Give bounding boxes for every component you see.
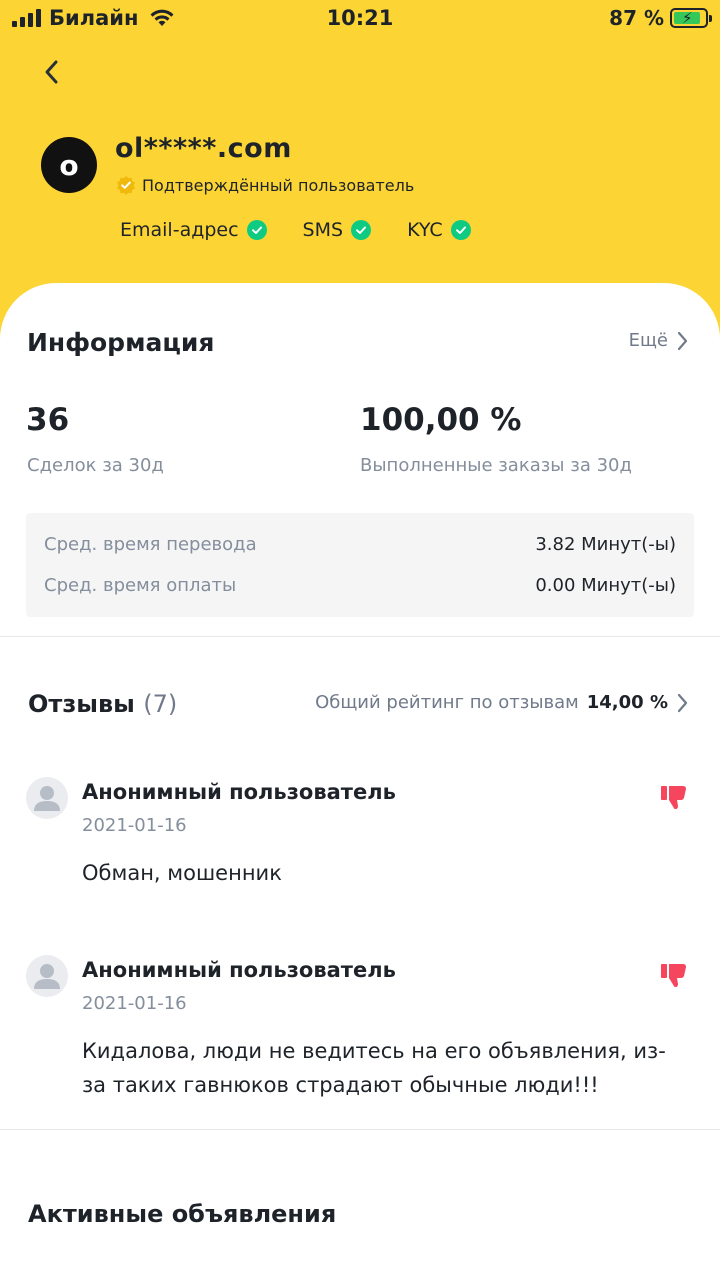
reviews-title-label: Отзывы: [28, 690, 135, 718]
completion-label: Выполненные заказы за 30д: [360, 455, 632, 476]
verified-label: Подтверждённый пользователь: [142, 175, 415, 195]
divider: [0, 636, 720, 637]
rating-value: 14,00 %: [586, 692, 668, 713]
reviews-count: (7): [143, 690, 178, 718]
avg-transfer-row: Сред. время перевода 3.82 Минут(-ы): [44, 534, 676, 555]
verification-label: KYC: [407, 219, 443, 241]
avg-time-box: Сред. время перевода 3.82 Минут(-ы) Сред…: [26, 513, 694, 617]
avatar: o: [41, 137, 97, 193]
check-circle-icon: [246, 220, 267, 240]
overall-rating-link[interactable]: Общий рейтинг по отзывам 14,00 %: [315, 692, 688, 713]
review-text: Кидалова, люди не ведитесь на его объявл…: [82, 1039, 666, 1097]
verification-sms: SMS: [303, 219, 372, 241]
avg-payment-value: 0.00 Минут(-ы): [535, 575, 676, 596]
verified-user-badge: Подтверждённый пользователь: [116, 175, 414, 195]
info-title: Информация: [27, 328, 215, 357]
back-button[interactable]: [36, 56, 68, 88]
status-bar: Билайн 10:21 87 % ⚡: [0, 0, 720, 38]
rating-label: Общий рейтинг по отзывам: [315, 692, 579, 713]
check-circle-icon: [450, 220, 471, 240]
verification-list: Email-адрес SMS KYC: [120, 219, 471, 241]
thumbs-down-icon: [656, 779, 692, 815]
more-label: Ещё: [628, 330, 668, 351]
chevron-right-icon: [677, 693, 688, 712]
check-circle-icon: [351, 220, 372, 240]
avg-payment-row: Сред. время оплаты 0.00 Минут(-ы): [44, 575, 676, 596]
avg-transfer-value: 3.82 Минут(-ы): [535, 534, 676, 555]
review-author: Анонимный пользователь: [82, 780, 396, 804]
user-name: ol*****.com: [115, 133, 292, 164]
deals-label: Сделок за 30д: [27, 455, 164, 476]
completion-value: 100,00 %: [360, 402, 522, 438]
verification-email: Email-адрес: [120, 219, 267, 241]
review-item: Анонимный пользователь 2021-01-16 Обман,…: [26, 777, 694, 887]
avg-payment-label: Сред. время оплаты: [44, 575, 237, 596]
more-link[interactable]: Ещё: [629, 330, 688, 351]
battery-percent: 87 %: [609, 6, 664, 30]
verification-kyc: KYC: [407, 219, 471, 241]
verified-badge-icon: [117, 176, 135, 195]
divider: [0, 1129, 720, 1130]
review-text: Обман, мошенник: [82, 861, 282, 885]
user-placeholder-icon: [26, 955, 68, 997]
avg-transfer-label: Сред. время перевода: [44, 534, 257, 555]
battery-icon: ⚡: [670, 8, 712, 28]
user-placeholder-icon: [26, 777, 68, 819]
reviews-title: Отзывы (7): [28, 690, 177, 718]
review-date: 2021-01-16: [82, 993, 187, 1014]
verification-label: Email-адрес: [120, 219, 239, 241]
chevron-right-icon: [677, 331, 688, 350]
verification-label: SMS: [302, 219, 344, 241]
review-date: 2021-01-16: [82, 815, 187, 836]
review-author: Анонимный пользователь: [82, 958, 396, 982]
thumbs-down-icon: [656, 957, 692, 993]
chevron-left-icon: [45, 60, 58, 84]
review-item: Анонимный пользователь 2021-01-16 Кидало…: [26, 955, 694, 1105]
deals-value: 36: [26, 402, 70, 438]
active-ads-title: Активные объявления: [28, 1200, 337, 1228]
